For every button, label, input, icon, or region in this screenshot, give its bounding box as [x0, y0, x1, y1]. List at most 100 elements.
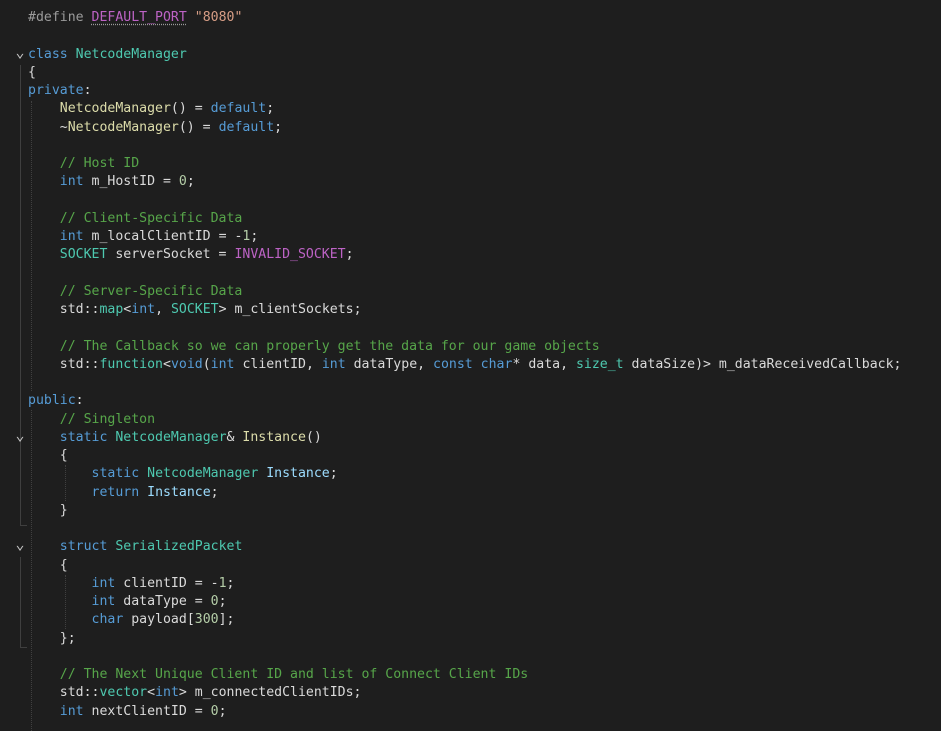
code-line[interactable]: public:	[0, 392, 941, 410]
code-token: int	[91, 594, 116, 609]
code-token: int	[59, 229, 84, 244]
code-token: return	[91, 484, 140, 500]
code-token: Instance	[242, 429, 306, 445]
code-line[interactable]	[0, 192, 941, 210]
code-text: // Host ID	[28, 155, 139, 173]
code-line[interactable]	[0, 374, 941, 392]
code-token: default	[210, 101, 267, 117]
code-token: clientID = -	[115, 575, 219, 591]
code-token: struct	[59, 539, 108, 555]
code-line[interactable]: int m_localClientID = -1;	[0, 228, 941, 246]
code-line[interactable]: // Host ID	[0, 155, 941, 173]
code-token: std::	[28, 356, 100, 372]
code-token: > m_clientSockets;	[218, 302, 362, 317]
code-text: int m_HostID = 0;	[28, 173, 195, 191]
code-line[interactable]: // The Callback so we can properly get t…	[0, 338, 941, 356]
code-line[interactable]: ⌄ struct SerializedPacket	[0, 537, 941, 556]
code-text: class NetcodeManager	[28, 46, 187, 64]
code-token: ;	[218, 703, 227, 719]
code-line[interactable]: int nextClientID = 0;	[0, 703, 941, 721]
code-token: NetcodeManager	[59, 101, 171, 117]
code-token: // The Callback so we can properly get t…	[59, 338, 600, 354]
code-line[interactable]: #define DEFAULT_PORT "8080"	[0, 9, 941, 27]
code-token: serverSocket =	[107, 247, 235, 263]
code-token: > m_connectedClientIDs;	[178, 685, 362, 701]
code-text: static NetcodeManager Instance;	[28, 465, 338, 483]
code-token: NetcodeManager	[67, 119, 179, 135]
code-line[interactable]: {	[0, 557, 941, 575]
code-token: public	[28, 393, 76, 409]
code-token: &	[226, 429, 243, 445]
code-line[interactable]: // Server-Specific Data	[0, 283, 941, 301]
code-line[interactable]	[0, 520, 941, 538]
code-token: }	[28, 502, 68, 518]
code-line[interactable]: };	[0, 630, 941, 648]
code-token: ,	[155, 302, 171, 317]
chevron-down-icon[interactable]: ⌄	[14, 44, 26, 64]
code-text: // The Callback so we can properly get t…	[28, 338, 600, 356]
code-line[interactable]: std::map<int, SOCKET> m_clientSockets;	[0, 301, 941, 319]
code-line[interactable]: char payload[300];	[0, 611, 941, 629]
code-token: NetcodeManager	[147, 466, 259, 482]
code-line[interactable]: SOCKET serverSocket = INVALID_SOCKET;	[0, 246, 941, 264]
code-text: int nextClientID = 0;	[28, 703, 227, 721]
code-text: std::vector<int> m_connectedClientIDs;	[28, 684, 362, 702]
code-token: 0	[178, 174, 187, 190]
code-line[interactable]: int m_HostID = 0;	[0, 173, 941, 191]
code-text: // The Next Unique Client ID and list of…	[28, 666, 528, 684]
code-token: class	[28, 46, 76, 62]
code-editor[interactable]: #define DEFAULT_PORT "8080" ⌄ class Netcod…	[0, 0, 941, 731]
code-line[interactable]: int dataType = 0;	[0, 593, 941, 611]
code-line[interactable]: {	[0, 64, 941, 82]
chevron-down-icon[interactable]: ⌄	[14, 537, 26, 556]
code-line[interactable]	[0, 265, 941, 283]
chevron-down-icon[interactable]: ⌄	[14, 427, 26, 447]
code-line[interactable]: int clientID = -1;	[0, 575, 941, 593]
code-token: ];	[218, 612, 235, 628]
code-token: ;	[266, 101, 275, 117]
code-token: ;	[274, 119, 283, 135]
code-text: SOCKET serverSocket = INVALID_SOCKET;	[28, 246, 354, 264]
code-line[interactable]: // Client-Specific Data	[0, 210, 941, 228]
code-line[interactable]	[0, 137, 941, 155]
code-text: ~NetcodeManager() = default;	[28, 119, 282, 137]
code-line[interactable]	[0, 27, 941, 45]
code-token: <	[147, 685, 156, 701]
code-token: // Server-Specific Data	[59, 283, 243, 299]
code-line[interactable]: ⌄ static NetcodeManager& Instance()	[0, 427, 941, 447]
code-line[interactable]: // The Next Unique Client ID and list of…	[0, 666, 941, 684]
code-token: nextClientID =	[83, 703, 211, 719]
code-token: int	[155, 685, 179, 701]
code-line[interactable]	[0, 648, 941, 666]
code-token: SerializedPacket	[115, 539, 243, 555]
code-line[interactable]: return Instance;	[0, 484, 941, 502]
code-token: vector	[99, 685, 148, 701]
code-token: INVALID_SOCKET	[234, 247, 346, 263]
code-line[interactable]: std::vector<int> m_connectedClientIDs;	[0, 684, 941, 702]
code-token: ;	[186, 174, 195, 190]
code-line[interactable]: ~NetcodeManager() = default;	[0, 119, 941, 137]
code-token: {	[28, 64, 36, 80]
code-token: :	[83, 83, 92, 98]
code-line[interactable]: }	[0, 502, 941, 520]
code-text: int dataType = 0;	[28, 593, 227, 611]
code-line[interactable]: private:	[0, 82, 941, 100]
code-line[interactable]: static NetcodeManager Instance;	[0, 465, 941, 483]
code-text: public:	[28, 392, 84, 410]
code-text: private:	[28, 82, 92, 100]
code-text: };	[28, 630, 76, 648]
code-line[interactable]: // Singleton	[0, 411, 941, 429]
code-line[interactable]: std::function<void(int clientID, int dat…	[0, 356, 941, 374]
code-line[interactable]: ⌄ class NetcodeManager	[0, 44, 941, 64]
code-text: {	[28, 64, 36, 82]
code-line[interactable]: NetcodeManager() = default;	[0, 100, 941, 118]
code-line[interactable]: {	[0, 447, 941, 465]
code-line[interactable]	[0, 319, 941, 337]
code-token: payload[	[123, 612, 195, 628]
